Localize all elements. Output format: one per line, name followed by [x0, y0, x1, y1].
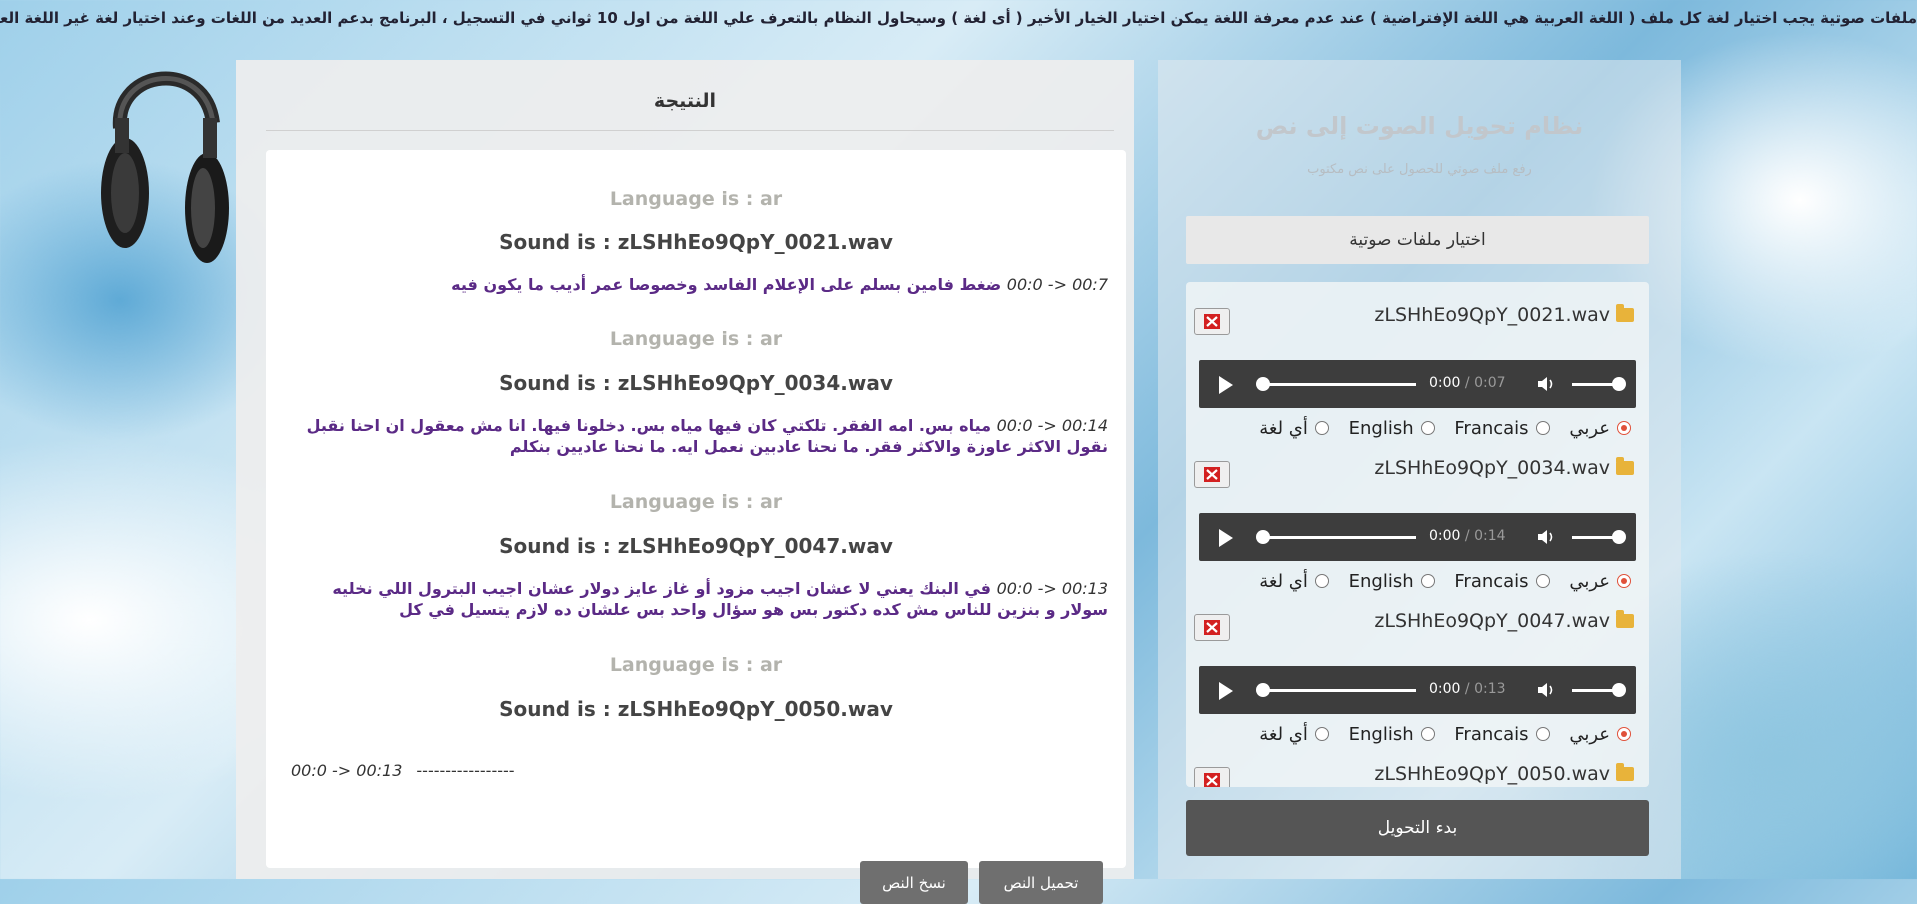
close-x-icon — [1204, 620, 1220, 635]
file-item: zLSHhEo9QpY_0047.wav 0:00 / 0:13 عربي Fr… — [1186, 588, 1649, 745]
file-item: zLSHhEo9QpY_0050.wav — [1186, 741, 1649, 787]
seek-handle[interactable] — [1256, 683, 1270, 697]
file-name-text: zLSHhEo9QpY_0021.wav — [1374, 304, 1610, 326]
time-display: 0:00 / 0:14 — [1429, 528, 1506, 544]
file-name-text: zLSHhEo9QpY_0050.wav — [1374, 763, 1610, 785]
volume-handle[interactable] — [1612, 530, 1626, 544]
folder-icon — [1616, 610, 1634, 628]
timestamp: 00:0 -> 00:13 — [996, 579, 1108, 598]
transcript-content: مياه بس. امه الفقر. تلكتي كان فيها مياه … — [306, 416, 1108, 456]
seek-bar[interactable] — [1261, 383, 1416, 386]
close-x-icon — [1204, 314, 1220, 329]
current-time: 0:00 — [1429, 528, 1461, 544]
transcript-text: 00:0 -> 00:13 ----------------- — [291, 761, 515, 780]
duration: 0:13 — [1474, 681, 1506, 697]
headphones-image — [101, 71, 229, 263]
notice-text: ملفات صوتية يجب اختيار لغة كل ملف ( اللغ… — [0, 9, 1917, 27]
duration: 0:14 — [1474, 528, 1506, 544]
close-x-icon — [1204, 467, 1220, 482]
file-list[interactable]: zLSHhEo9QpY_0021.wav 0:00 / 0:07 عربي Fr… — [1186, 282, 1649, 787]
sound-line: Sound is : zLSHhEo9QpY_0050.wav — [499, 697, 893, 721]
file-name-text: zLSHhEo9QpY_0047.wav — [1374, 610, 1610, 632]
file-name: zLSHhEo9QpY_0021.wav — [1374, 304, 1634, 326]
file-name: zLSHhEo9QpY_0050.wav — [1374, 763, 1634, 785]
result-title: النتيجة — [653, 90, 717, 112]
seek-handle[interactable] — [1256, 377, 1270, 391]
transcript-content: ضغط فامين بسلم على الإعلام الفاسد وخصوصا… — [451, 275, 1002, 294]
current-time: 0:00 — [1429, 375, 1461, 391]
download-text-button[interactable]: تحميل النص — [979, 861, 1103, 904]
file-name: zLSHhEo9QpY_0034.wav — [1374, 457, 1634, 479]
audio-player[interactable]: 0:00 / 0:14 — [1199, 513, 1636, 561]
language-line: Language is : ar — [609, 491, 783, 513]
folder-icon — [1616, 457, 1634, 475]
delete-file-button[interactable] — [1194, 767, 1230, 787]
sound-line: Sound is : zLSHhEo9QpY_0034.wav — [499, 371, 893, 395]
file-item: zLSHhEo9QpY_0034.wav 0:00 / 0:14 عربي Fr… — [1186, 435, 1649, 592]
play-icon[interactable] — [1219, 376, 1233, 394]
result-box: Language is : ar Sound is : zLSHhEo9QpY_… — [266, 150, 1126, 904]
volume-handle[interactable] — [1612, 683, 1626, 697]
folder-icon — [1616, 763, 1634, 781]
timestamp: 00:0 -> 00:14 — [996, 416, 1108, 435]
folder-icon — [1616, 304, 1634, 322]
delete-file-button[interactable] — [1194, 461, 1230, 488]
volume-handle[interactable] — [1612, 377, 1626, 391]
result-panel: النتيجة Language is : ar Sound is : zLSH… — [236, 60, 1134, 904]
seek-bar[interactable] — [1261, 536, 1416, 539]
upload-subtitle: رفع ملف صوتي للحصول على نص مكتوب — [1307, 162, 1532, 177]
timestamp: 00:0 -> 00:7 — [1006, 275, 1108, 294]
current-time: 0:00 — [1429, 681, 1461, 697]
language-line: Language is : ar — [609, 654, 783, 676]
seek-handle[interactable] — [1256, 530, 1270, 544]
sound-line: Sound is : zLSHhEo9QpY_0021.wav — [499, 230, 893, 254]
delete-file-button[interactable] — [1194, 614, 1230, 641]
close-x-icon — [1204, 773, 1220, 787]
transcript-content: في البنك يعني لا عشان اجيب مزود أو غاز ع… — [332, 579, 1108, 619]
seek-bar[interactable] — [1261, 689, 1416, 692]
delete-file-button[interactable] — [1194, 308, 1230, 335]
duration: 0:07 — [1474, 375, 1506, 391]
file-name-text: zLSHhEo9QpY_0034.wav — [1374, 457, 1610, 479]
volume-icon[interactable] — [1536, 528, 1556, 546]
volume-icon[interactable] — [1536, 375, 1556, 393]
copy-text-button[interactable]: نسخ النص — [860, 861, 968, 904]
sound-line: Sound is : zLSHhEo9QpY_0047.wav — [499, 534, 893, 558]
play-icon[interactable] — [1219, 682, 1233, 700]
play-icon[interactable] — [1219, 529, 1233, 547]
divider — [266, 130, 1114, 131]
upload-panel: نظام تحويل الصوت إلى نص رفع ملف صوتي للح… — [1158, 60, 1681, 879]
transcript-content: ----------------- — [416, 761, 515, 780]
choose-files-button[interactable]: اختيار ملفات صوتية — [1186, 216, 1649, 264]
timestamp: 00:0 -> 00:13 — [291, 761, 403, 780]
file-item: zLSHhEo9QpY_0021.wav 0:00 / 0:07 عربي Fr… — [1186, 282, 1649, 439]
start-conversion-button[interactable]: بدء التحويل — [1186, 800, 1649, 856]
language-line: Language is : ar — [609, 328, 783, 350]
audio-player[interactable]: 0:00 / 0:07 — [1199, 360, 1636, 408]
language-line: Language is : ar — [609, 188, 783, 210]
scrolling-notice: ملفات صوتية يجب اختيار لغة كل ملف ( اللغ… — [0, 0, 1917, 36]
upload-title: نظام تحويل الصوت إلى نص — [1255, 112, 1584, 140]
transcript-text: 00:0 -> 00:13 في البنك يعني لا عشان اجيب… — [286, 578, 1108, 620]
volume-icon[interactable] — [1536, 681, 1556, 699]
time-display: 0:00 / 0:07 — [1429, 375, 1506, 391]
time-display: 0:00 / 0:13 — [1429, 681, 1506, 697]
transcript-text: 00:0 -> 00:14 مياه بس. امه الفقر. تلكتي … — [286, 415, 1108, 457]
file-name: zLSHhEo9QpY_0047.wav — [1374, 610, 1634, 632]
audio-player[interactable]: 0:00 / 0:13 — [1199, 666, 1636, 714]
transcript-text: 00:0 -> 00:7 ضغط فامين بسلم على الإعلام … — [286, 274, 1108, 295]
